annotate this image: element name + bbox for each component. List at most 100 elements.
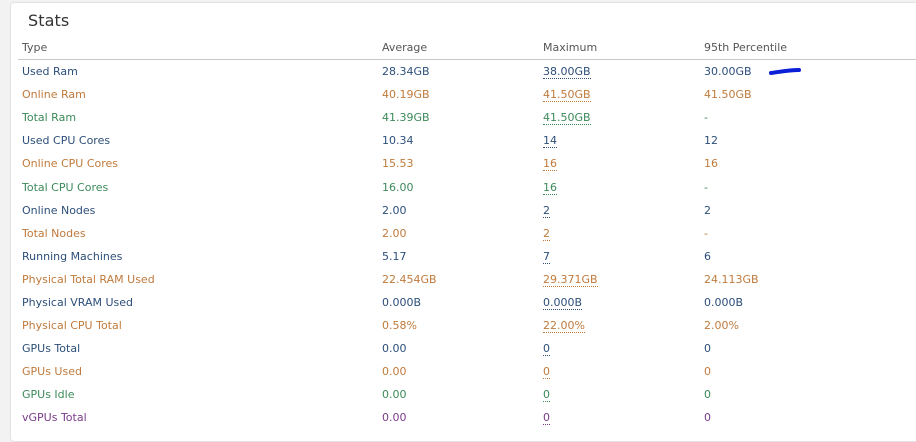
row-95th-percentile: 24.113GB [704,272,759,286]
table-row: Total CPU Cores 16.00 16 - [18,175,916,198]
row-type-cell: Used Ram [18,60,378,84]
row-type: Total CPU Cores [22,180,109,194]
row-maximum-link[interactable]: 16 [543,157,557,172]
row-average-cell: 22.454GB [378,268,539,291]
row-maximum-link[interactable]: 41.50GB [543,88,591,103]
row-type-cell: GPUs Idle [18,383,378,406]
row-average: 0.00 [382,388,407,402]
row-maximum-link[interactable]: 14 [543,134,557,149]
row-maximum-link-cell: 7 [539,245,700,268]
row-95th-percentile: 2 [704,203,711,217]
row-maximum-link-cell: 0.000B [539,291,700,314]
row-95th-percentile: 16 [704,157,718,171]
row-average: 2.00 [382,226,407,240]
row-95th-percentile: 12 [704,134,718,148]
row-average-cell: 0.00 [378,337,539,360]
row-average-cell: 40.19GB [378,83,539,106]
row-average-cell: 0.000B [378,291,539,314]
row-average-cell: 2.00 [378,222,539,245]
row-maximum-link-cell: 2 [539,222,700,245]
row-type: Online Nodes [22,203,96,217]
row-maximum-link[interactable]: 2 [543,203,550,218]
row-average-cell: 0.00 [378,383,539,406]
row-95th-percentile-cell: 2.00% [700,314,916,337]
table-row: GPUs Total 0.00 0 0 [18,337,916,360]
row-type: vGPUs Total [22,411,87,425]
row-maximum-link-cell: 14 [539,129,700,152]
row-95th-percentile-cell: 0 [700,383,916,406]
row-average: 16.00 [382,180,414,194]
row-95th-percentile: 0 [704,411,711,425]
row-average-cell: 2.00 [378,199,539,222]
row-maximum-link-cell: 41.50GB [539,83,700,106]
row-maximum-link[interactable]: 7 [543,249,550,264]
row-type-cell: Total Ram [18,106,378,129]
row-maximum-link[interactable]: 0.000B [543,295,583,310]
row-average: 40.19GB [382,88,430,102]
row-maximum-link-cell: 29.371GB [539,268,700,291]
row-maximum-link[interactable]: 29.371GB [543,272,598,287]
row-type: GPUs Idle [22,388,75,402]
row-type: GPUs Total [22,342,81,356]
row-type-cell: Online CPU Cores [18,152,378,175]
row-average: 22.454GB [382,272,437,286]
row-average-cell: 15.53 [378,152,539,175]
row-average-cell: 0.00 [378,360,539,383]
row-average: 15.53 [382,157,414,171]
row-95th-percentile-cell: 24.113GB [700,268,916,291]
row-average-cell: 41.39GB [378,106,539,129]
row-95th-percentile-cell: 12 [700,129,916,152]
row-95th-percentile: 2.00% [704,319,739,333]
row-95th-percentile-cell: - [700,106,916,129]
row-average: 0.00 [382,411,407,425]
table-header-row: Type Average Maximum 95th Percentile [18,36,916,60]
row-type: Total Ram [22,111,77,125]
row-maximum-link[interactable]: 16 [543,180,557,195]
row-average: 0.00 [382,342,407,356]
row-95th-percentile-cell: 41.50GB [700,83,916,106]
row-95th-percentile: - [704,111,708,125]
row-average-cell: 0.58% [378,314,539,337]
row-maximum-link-cell: 41.50GB [539,106,700,129]
table-row: Physical CPU Total 0.58% 22.00% 2.00% [18,314,916,337]
row-type-cell: Online Nodes [18,199,378,222]
row-95th-percentile: 0 [704,365,711,379]
row-95th-percentile-cell: 2 [700,199,916,222]
row-average: 10.34 [382,134,414,148]
row-95th-percentile: 0 [704,342,711,356]
row-95th-percentile: 30.00GB [704,65,752,79]
row-95th-percentile: 0 [704,388,711,402]
row-95th-percentile-cell: 0 [700,337,916,360]
row-maximum-link-cell: 0 [539,360,700,383]
row-maximum-link[interactable]: 22.00% [543,319,585,334]
row-type: Total Nodes [22,226,86,240]
row-95th-percentile-cell: - [700,175,916,198]
row-95th-percentile: - [704,180,708,194]
row-average: 28.34GB [382,65,430,79]
row-average: 0.00 [382,365,407,379]
row-average-cell: 5.17 [378,245,539,268]
row-maximum-link[interactable]: 0 [543,388,550,403]
row-type: Online Ram [22,88,86,102]
row-type: Online CPU Cores [22,157,119,171]
row-maximum-link-cell: 2 [539,199,700,222]
row-type: Used Ram [22,65,78,79]
header-average: Average [378,36,539,60]
table-row: Online CPU Cores 15.53 16 16 [18,152,916,175]
table-row: GPUs Used 0.00 0 0 [18,360,916,383]
row-average-cell: 16.00 [378,175,539,198]
row-maximum-link[interactable]: 38.00GB [543,65,591,80]
table-row: Online Nodes 2.00 2 2 [18,199,916,222]
row-maximum-link[interactable]: 0 [543,365,550,380]
row-maximum-link[interactable]: 0 [543,411,550,426]
row-maximum-link-cell: 0 [539,337,700,360]
row-maximum-link[interactable]: 2 [543,226,550,241]
row-average: 0.000B [382,295,422,309]
row-type-cell: GPUs Used [18,360,378,383]
row-95th-percentile-cell: - [700,222,916,245]
header-maximum: Maximum [539,36,700,60]
row-95th-percentile: 6 [704,249,711,263]
row-maximum-link[interactable]: 41.50GB [543,111,591,126]
row-maximum-link[interactable]: 0 [543,342,550,357]
table-row: Physical Total RAM Used 22.454GB 29.371GB 2… [18,268,916,291]
